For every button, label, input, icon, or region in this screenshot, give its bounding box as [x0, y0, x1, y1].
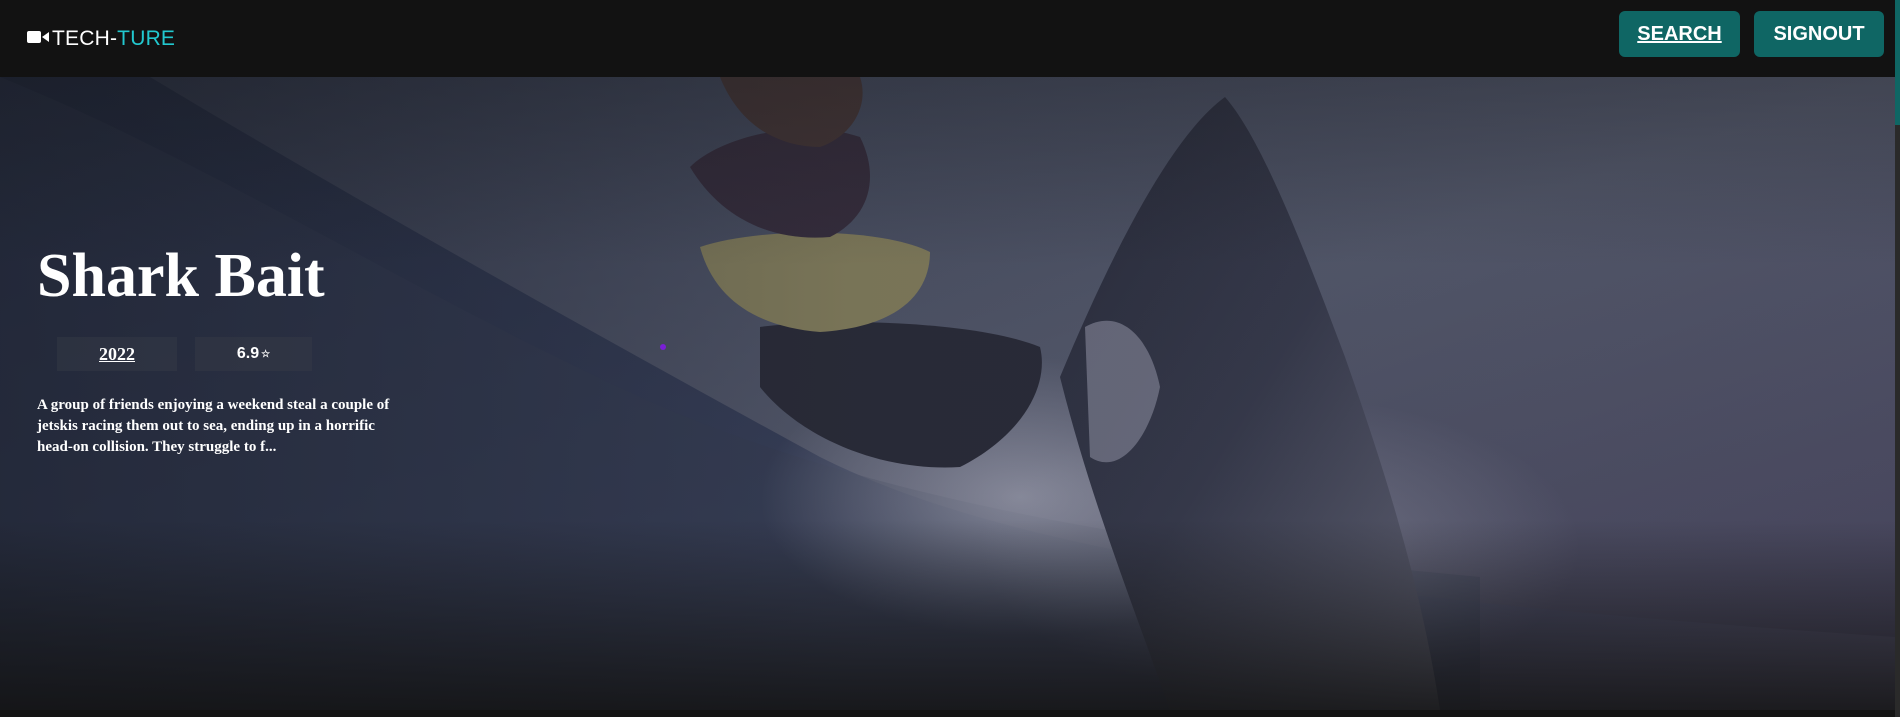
logo-suffix: TURE [117, 27, 176, 50]
page-scrollbar[interactable] [1895, 0, 1900, 717]
video-camera-icon [27, 31, 49, 43]
hero-overlay [0, 77, 1895, 710]
cursor-dot [660, 344, 666, 350]
logo-prefix: TECH- [52, 27, 118, 50]
movie-overview: A group of friends enjoying a weekend st… [37, 397, 390, 455]
navbar: TECH- TURE SEARCH SIGNOUT [0, 0, 1895, 77]
scrollbar-thumb[interactable] [1895, 0, 1900, 125]
hero-banner[interactable]: Shark Bait 2022 6.9 ☆ A group of friends … [0, 77, 1895, 710]
rating-text: 6.9 [236, 345, 260, 362]
signout-button[interactable]: SIGNOUT [1754, 11, 1884, 57]
search-button[interactable]: SEARCH [1619, 11, 1740, 57]
year-badge[interactable]: 2022 [57, 337, 177, 371]
content-row-edge [0, 710, 1895, 717]
rating-badge: 6.9 ☆ [195, 337, 312, 371]
year-text: 2022 [99, 343, 135, 364]
star-icon: ☆ [261, 348, 271, 360]
movie-title: Shark Bait [37, 242, 325, 310]
logo[interactable]: TECH- TURE [27, 27, 175, 51]
